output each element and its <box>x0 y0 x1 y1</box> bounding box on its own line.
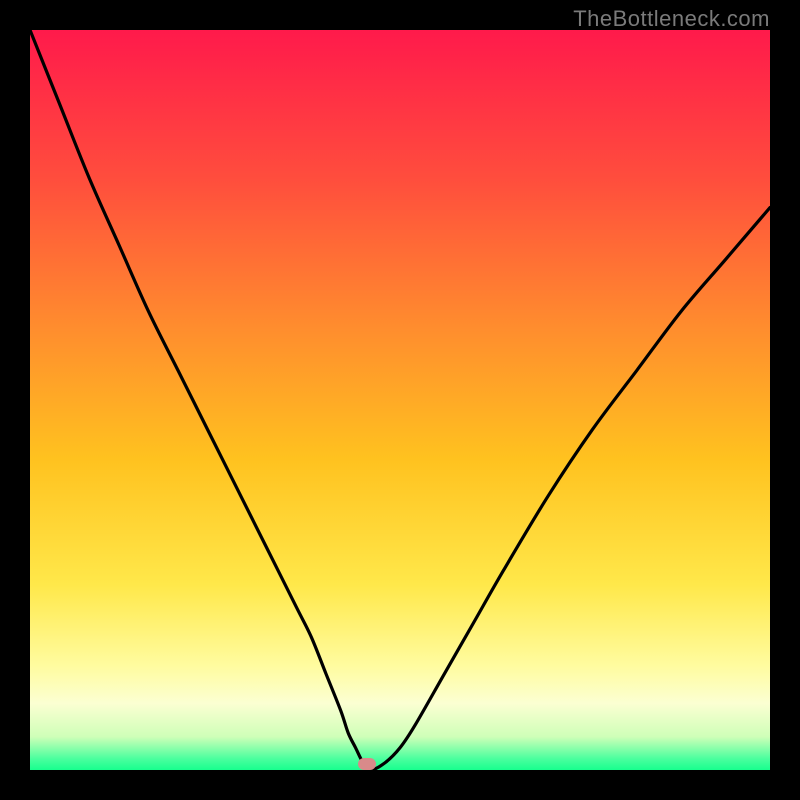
chart-container: TheBottleneck.com <box>0 0 800 800</box>
optimum-marker <box>358 758 376 770</box>
plot-area <box>30 30 770 770</box>
watermark-text: TheBottleneck.com <box>573 6 770 32</box>
background-gradient <box>30 30 770 770</box>
